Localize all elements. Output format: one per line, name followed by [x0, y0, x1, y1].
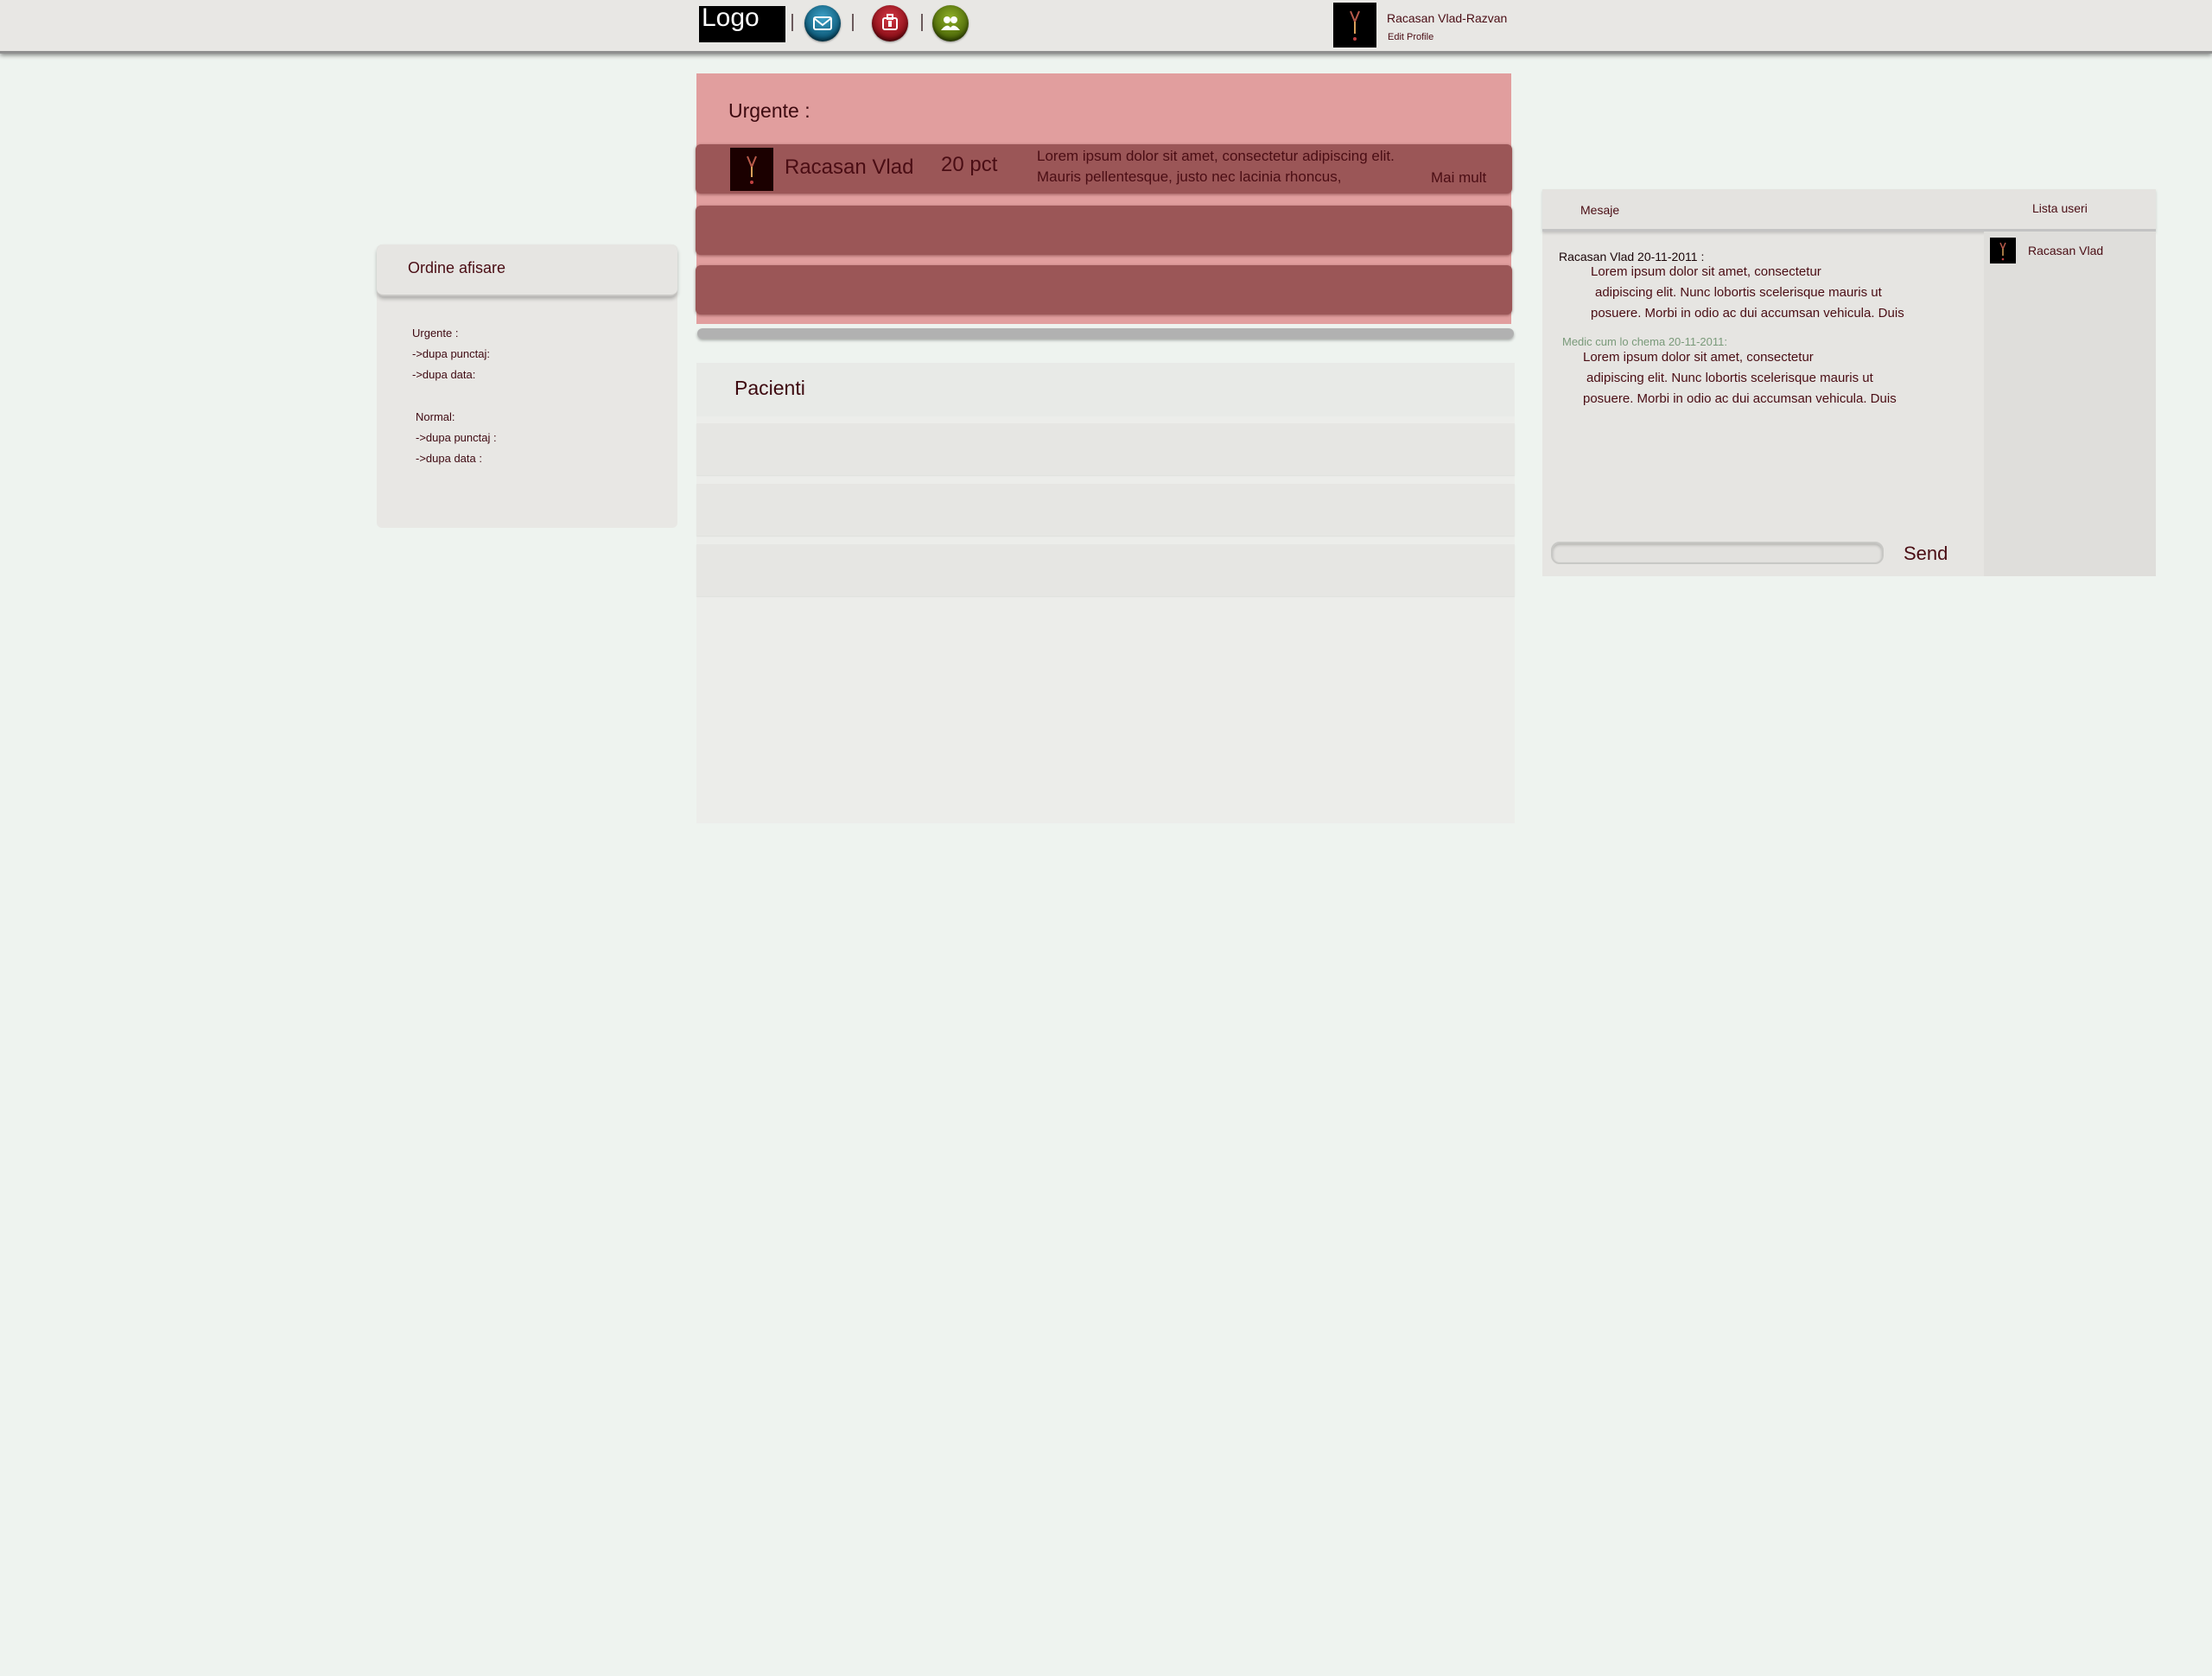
- sort-normal-by-date[interactable]: ->dupa data :: [416, 452, 482, 465]
- edit-profile-link[interactable]: Edit Profile: [1388, 32, 1433, 42]
- urgent-row[interactable]: [696, 265, 1512, 314]
- messages-tab-bar: Mesaje Lista useri: [1542, 189, 2156, 232]
- sort-order-title: Ordine afisare: [408, 259, 506, 276]
- message-author: Medic cum lo chema 20-11-2011:: [1562, 335, 1728, 348]
- patient-row[interactable]: [696, 544, 1515, 596]
- message-line: Lorem ipsum dolor sit amet, consectetur: [1583, 350, 1814, 365]
- user-avatar[interactable]: [1990, 238, 2016, 263]
- message-author: Racasan Vlad 20-11-2011 :: [1559, 250, 1705, 263]
- urgent-row[interactable]: [696, 206, 1512, 255]
- mail-icon[interactable]: [804, 5, 841, 41]
- tab-user-list[interactable]: Lista useri: [2032, 201, 2088, 215]
- message-line: posuere. Morbi in odio ac dui accumsan v…: [1591, 306, 1904, 321]
- sort-urgent-by-score[interactable]: ->dupa punctaj:: [412, 347, 490, 360]
- top-navigation-bar: Logo Racasan Vlad-Razvan Edit Profile: [0, 0, 2212, 54]
- message-input[interactable]: [1551, 542, 1884, 564]
- patient-name[interactable]: Racasan Vlad: [785, 156, 913, 180]
- sort-urgent-by-date[interactable]: ->dupa data:: [412, 368, 475, 381]
- avatar[interactable]: [1333, 3, 1376, 48]
- patients-title: Pacienti: [734, 377, 805, 399]
- messages-panel: Mesaje Lista useri Racasan Vlad 20-11-20…: [1542, 189, 2156, 576]
- patient-row[interactable]: [696, 484, 1515, 536]
- sort-normal-label: Normal:: [416, 410, 455, 423]
- more-link[interactable]: Mai mult: [1431, 169, 1486, 187]
- urgent-panel: Urgente : Racasan Vlad 20 pct Lorem ipsu…: [696, 73, 1512, 324]
- sort-order-header: Ordine afisare: [377, 244, 677, 296]
- patient-summary: Lorem ipsum dolor sit amet, consectetur …: [1037, 148, 1395, 185]
- message-line: adipiscing elit. Nunc lobortis scelerisq…: [1595, 285, 1882, 300]
- urgent-scrollbar[interactable]: [697, 328, 1514, 339]
- sort-urgent-label: Urgente :: [412, 327, 459, 340]
- nav-separator: [791, 14, 793, 31]
- patient-row[interactable]: [696, 423, 1515, 475]
- message-line: Lorem ipsum dolor sit amet, consectetur: [1591, 264, 1821, 279]
- user-list-item[interactable]: Racasan Vlad: [2028, 244, 2103, 257]
- patient-avatar: [730, 148, 773, 191]
- urgent-title: Urgente :: [728, 99, 810, 122]
- patients-header: Pacienti: [696, 363, 1515, 416]
- alert-icon[interactable]: [872, 5, 908, 41]
- message-line: adipiscing elit. Nunc lobortis scelerisq…: [1586, 371, 1873, 385]
- logo[interactable]: Logo: [699, 5, 785, 42]
- send-button[interactable]: Send: [1904, 543, 1948, 565]
- nav-separator: [921, 14, 923, 31]
- user-name[interactable]: Racasan Vlad-Razvan: [1387, 11, 1507, 25]
- urgent-row[interactable]: Racasan Vlad 20 pct Lorem ipsum dolor si…: [696, 144, 1512, 194]
- nav-separator: [852, 14, 854, 31]
- tab-messages[interactable]: Mesaje: [1580, 203, 1619, 217]
- user-list: Racasan Vlad: [1984, 232, 2156, 576]
- sort-normal-by-score[interactable]: ->dupa punctaj :: [416, 431, 497, 444]
- users-icon[interactable]: [932, 5, 969, 41]
- sort-order-panel: Ordine afisare Urgente : ->dupa punctaj:…: [377, 244, 677, 528]
- message-line: posuere. Morbi in odio ac dui accumsan v…: [1583, 391, 1897, 406]
- patient-score: 20 pct: [941, 153, 998, 176]
- patients-panel: Pacienti: [696, 363, 1515, 823]
